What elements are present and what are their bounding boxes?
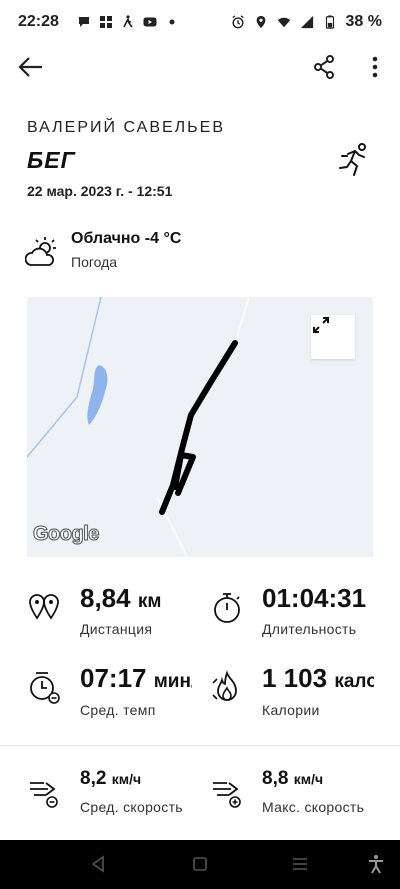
- route-line: [159, 340, 238, 515]
- share-icon[interactable]: [311, 54, 337, 80]
- avg-speed-label: Сред. скорость: [80, 799, 183, 815]
- back-arrow-icon[interactable]: [18, 54, 44, 80]
- nav-home-icon[interactable]: [190, 854, 210, 874]
- lake: [87, 365, 108, 425]
- calories-flame-icon: [212, 670, 237, 701]
- activity-datetime: 22 мар. 2023 г. - 12:51: [27, 183, 173, 199]
- athlete-name: ВАЛЕРИЙ САВЕЛЬЕВ: [27, 119, 226, 136]
- walking-icon: [123, 15, 133, 28]
- location-icon: [256, 15, 265, 29]
- pace-label: Сред. темп: [80, 702, 156, 718]
- nav-back-icon[interactable]: [88, 854, 108, 874]
- duration-label: Длительность: [262, 621, 357, 637]
- sport-title: БЕГ: [27, 147, 76, 173]
- distance-value: 8,84 км: [80, 583, 162, 613]
- duration-value: 01:04:31: [262, 583, 367, 613]
- signal-icon: [300, 15, 313, 29]
- clock: 22:28: [18, 13, 59, 30]
- battery-percent: 38 %: [345, 13, 382, 30]
- google-logo: Google: [33, 523, 100, 546]
- more-options-icon[interactable]: [366, 54, 384, 80]
- avg-speed-icon: [30, 782, 58, 808]
- alarm-icon: [231, 15, 244, 29]
- running-icon: [339, 143, 366, 176]
- calories-label: Калории: [262, 702, 320, 718]
- nav-recents-icon[interactable]: [290, 854, 310, 874]
- dot-icon: [169, 19, 175, 25]
- distance-label: Дистанция: [80, 621, 153, 637]
- wifi-icon: [277, 17, 290, 28]
- system-nav-bar: [0, 840, 400, 889]
- max-speed-value: 8,8 км/ч: [262, 768, 324, 789]
- accessibility-icon[interactable]: [366, 854, 386, 874]
- youtube-icon: [143, 17, 157, 27]
- cloudy-weather-icon: [25, 237, 56, 266]
- avg-speed-value: 8,2 км/ч: [80, 768, 142, 789]
- expand-map-button[interactable]: [311, 315, 355, 359]
- weather-condition: Облачно -4 °C: [71, 230, 182, 247]
- expand-icon: [313, 317, 329, 333]
- max-speed-icon: [213, 782, 241, 808]
- route-map[interactable]: Google: [27, 297, 373, 557]
- section-divider: [0, 745, 400, 746]
- app-bar: [0, 44, 400, 92]
- chat-notification-icon: [78, 17, 89, 27]
- status-bar: 22:28 38 %: [0, 0, 400, 44]
- apps-notification-icon: [99, 16, 112, 28]
- stopwatch-icon: [214, 593, 240, 623]
- calories-value: 1 103 калор: [262, 663, 374, 693]
- battery-icon: [325, 15, 334, 29]
- pace-value: 07:17 мин/: [80, 663, 192, 693]
- pace-timer-icon: [30, 672, 60, 704]
- location-pins-icon: [29, 594, 59, 620]
- max-speed-label: Макс. скорость: [262, 799, 365, 815]
- weather-label: Погода: [71, 254, 118, 270]
